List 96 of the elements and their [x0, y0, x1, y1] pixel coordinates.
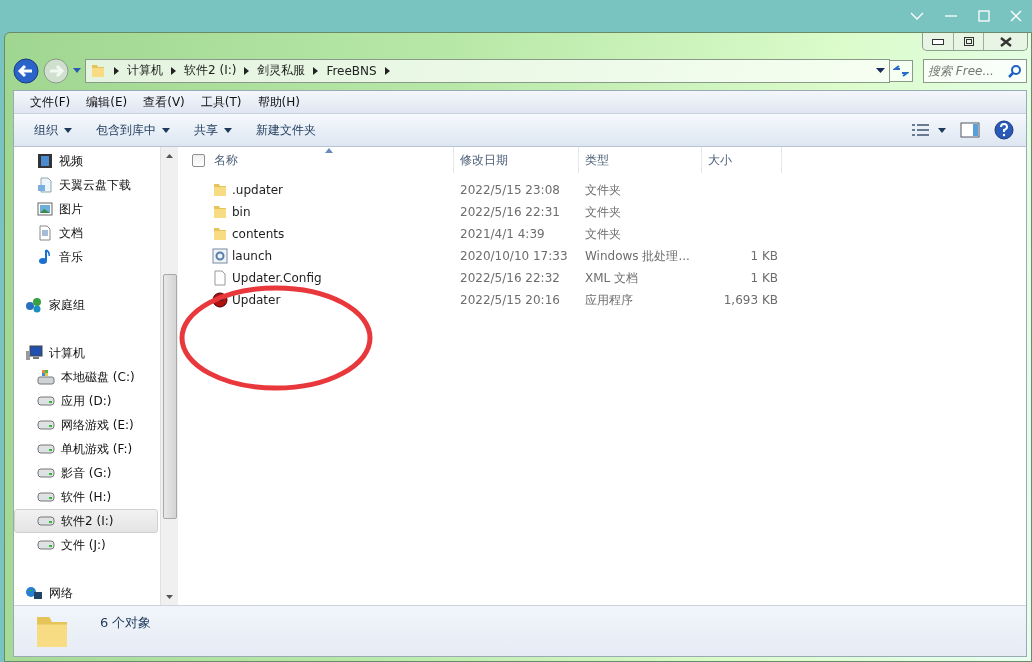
file-name[interactable]: .updater: [232, 183, 284, 197]
preview-pane-button[interactable]: [960, 122, 980, 138]
toolbar-button[interactable]: 新建文件夹: [244, 117, 328, 143]
size-cell-text: 1 KB: [749, 271, 779, 285]
sidebar-item[interactable]: 网络游戏 (E:): [14, 413, 158, 437]
drive-icon: [37, 396, 55, 406]
sidebar-item[interactable]: 软件 (H:): [14, 485, 158, 509]
refresh-button[interactable]: [889, 59, 913, 82]
file-name[interactable]: contents: [232, 227, 285, 241]
menu-item[interactable]: 查看(V): [135, 91, 193, 113]
toolbar-button[interactable]: 共享: [182, 117, 244, 143]
breadcrumb-item[interactable]: 软件2 (I:): [184, 62, 237, 80]
select-all-checkbox[interactable]: [192, 153, 205, 167]
sidebar-item[interactable]: 家庭组: [14, 293, 158, 317]
document-icon: [212, 270, 228, 286]
file-name[interactable]: Updater.Config: [232, 271, 322, 285]
minimize-icon: [932, 38, 944, 45]
type-cell-text: 文件夹: [584, 181, 622, 199]
view-options-button[interactable]: [912, 124, 946, 136]
drive-icon: [37, 492, 55, 502]
sidebar-item[interactable]: 音乐: [14, 245, 158, 269]
menu-item[interactable]: 文件(F): [22, 91, 79, 113]
back-button[interactable]: [13, 57, 39, 84]
breadcrumb-item[interactable]: 剑灵私服: [257, 62, 306, 80]
sidebar-item[interactable]: 单机游戏 (F:): [14, 437, 158, 461]
toolbar-button[interactable]: 组织: [22, 117, 84, 143]
drive-icon: [37, 420, 55, 430]
picture-icon: [37, 201, 53, 217]
system-drive-icon: [37, 369, 55, 385]
app-icon: [212, 292, 228, 308]
scroll-up-icon[interactable]: [166, 153, 173, 158]
document-icon: [37, 177, 53, 193]
type-cell-text: 应用程序: [584, 291, 634, 309]
date-cell-text: 2020/10/10 17:33: [459, 249, 569, 263]
sidebar-item[interactable]: 视频: [14, 149, 158, 173]
file-name[interactable]: Updater: [232, 293, 281, 307]
film-icon: [37, 153, 53, 169]
file-name[interactable]: bin: [232, 205, 251, 219]
dropdown-arrow-icon[interactable]: [73, 67, 81, 74]
sidebar-item[interactable]: 文档: [14, 221, 158, 245]
drive-icon: [37, 540, 55, 550]
menu-item[interactable]: 工具(T): [192, 91, 250, 113]
music-note-icon: [37, 249, 53, 265]
scroll-down-icon[interactable]: [166, 594, 173, 599]
sidebar-item[interactable]: 天翼云盘下载: [14, 173, 158, 197]
menu-item[interactable]: 编辑(E): [78, 91, 136, 113]
type-cell-text: 文件夹: [584, 225, 622, 243]
restore-icon: [963, 37, 974, 46]
sidebar-item[interactable]: 软件2 (I:): [14, 509, 158, 533]
gear-file-icon: [212, 248, 228, 264]
size-cell-text: 1 KB: [749, 249, 779, 263]
network-icon: [25, 585, 43, 601]
folder-icon: [212, 204, 228, 220]
date-cell-text: 2022/5/16 22:32: [459, 271, 561, 285]
sidebar-item[interactable]: 网络: [14, 581, 158, 605]
menu-item[interactable]: 帮助(H): [249, 91, 308, 113]
computer-icon: [25, 345, 43, 361]
sidebar-item[interactable]: 应用 (D:): [14, 389, 158, 413]
column-header[interactable]: 修改日期: [454, 147, 579, 173]
document-icon: [37, 225, 53, 241]
type-cell-text: XML 文档: [584, 269, 640, 287]
toolbar-button[interactable]: 包含到库中: [84, 117, 182, 143]
date-cell-text: 2021/4/1 4:39: [459, 227, 546, 241]
item-count: 6 个对象: [100, 614, 152, 632]
sidebar-item[interactable]: 图片: [14, 197, 158, 221]
date-cell-text: 2022/5/15 20:16: [459, 293, 561, 307]
sidebar-item[interactable]: 本地磁盘 (C:): [14, 365, 158, 389]
sidebar-item[interactable]: 影音 (G:): [14, 461, 158, 485]
date-cell-text: 2022/5/16 22:31: [459, 205, 561, 219]
drive-icon: [37, 444, 55, 454]
type-cell-text: 文件夹: [584, 203, 622, 221]
type-cell-text: Windows 批处理...: [584, 247, 691, 265]
column-header[interactable]: 名称: [208, 147, 454, 173]
column-header[interactable]: 类型: [579, 147, 702, 173]
breadcrumb-item[interactable]: FreeBNS: [326, 63, 377, 78]
folder-icon: [212, 226, 228, 242]
folder-icon: [212, 182, 228, 198]
homegroup-icon: [25, 297, 43, 313]
scrollbar[interactable]: [160, 147, 178, 605]
file-name[interactable]: launch: [232, 249, 273, 263]
sidebar-item[interactable]: 计算机: [14, 341, 158, 365]
sidebar-item[interactable]: 文件 (J:): [14, 533, 158, 557]
date-cell-text: 2022/5/15 23:08: [459, 183, 561, 197]
help-button[interactable]: [994, 120, 1014, 140]
caret-icon: [875, 68, 885, 74]
breadcrumb-item[interactable]: 计算机: [127, 62, 163, 80]
address-bar[interactable]: 计算机 软件2 (I:) 剑灵私服 FreeBNS: [85, 58, 890, 83]
drive-icon: [37, 516, 55, 526]
refresh-icon: [893, 63, 909, 78]
drive-icon: [37, 468, 55, 478]
column-header[interactable]: 大小: [702, 147, 782, 173]
size-cell-text: 1,693 KB: [722, 293, 779, 307]
folder-icon: [90, 62, 106, 79]
search-field[interactable]: 搜索 Free...: [923, 58, 1027, 83]
search-icon: [1008, 63, 1022, 78]
close-icon: [998, 36, 1013, 47]
